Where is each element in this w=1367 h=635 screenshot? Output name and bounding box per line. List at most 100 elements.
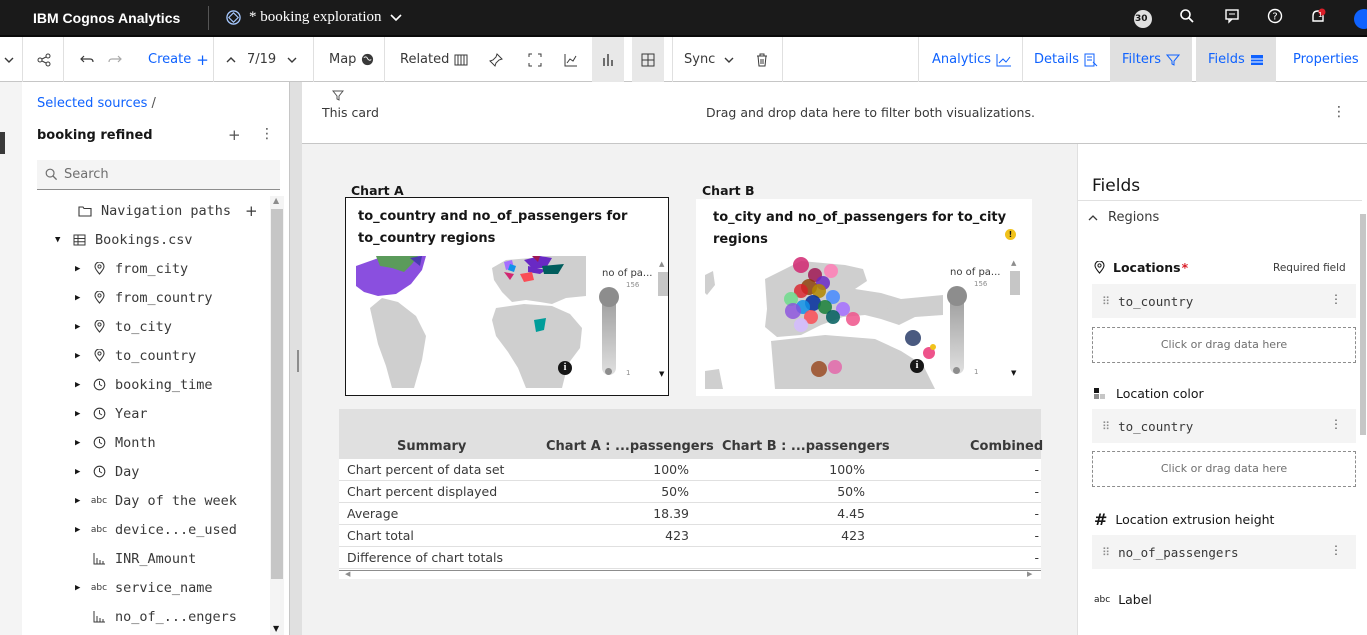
summary-horizontal-scrollbar[interactable]: ◀ ▶ <box>339 570 1041 579</box>
expand-caret-icon[interactable]: ▶ <box>75 409 89 419</box>
page-navigator[interactable]: 7/19 <box>226 37 297 82</box>
tree-item[interactable]: ▶ from_country <box>55 283 265 312</box>
locations-drop-zone[interactable]: Click or drag data here <box>1092 327 1356 363</box>
share-icon[interactable] <box>37 37 51 82</box>
tree-item[interactable]: ▶ Month <box>55 428 265 457</box>
fields-scrollbar[interactable] <box>1360 214 1366 435</box>
collapse-chevron-icon[interactable] <box>4 37 14 82</box>
focus-frame-icon[interactable] <box>528 37 542 82</box>
chart-b-card[interactable]: to_city and no_of_passengers for to_city… <box>696 199 1032 396</box>
warning-icon[interactable]: ! <box>1005 229 1016 240</box>
search-input[interactable] <box>64 167 264 182</box>
scroll-right-arrow[interactable]: ▶ <box>1027 570 1032 578</box>
tree-item[interactable]: INR_Amount <box>55 544 265 573</box>
map-button[interactable]: Map <box>329 37 374 82</box>
alerts-bell-icon[interactable]: 1 <box>1308 8 1328 28</box>
source-overflow-menu[interactable]: ⋮ <box>260 126 274 142</box>
chart-a-info-icon[interactable]: i <box>558 361 572 375</box>
side-by-side-icon[interactable] <box>632 37 664 82</box>
pin-icon[interactable] <box>489 37 503 82</box>
scroll-thumb[interactable] <box>271 209 283 579</box>
document-title-menu[interactable]: * booking exploration <box>226 9 403 26</box>
tree-item[interactable]: Navigation paths + <box>55 196 265 225</box>
chart-a-card[interactable]: to_country and no_of_passengers for to_c… <box>345 197 669 396</box>
properties-button[interactable]: Properties <box>1293 37 1359 82</box>
tree-item[interactable]: ▶ to_country <box>55 341 265 370</box>
tree-item[interactable]: ▶ from_city <box>55 254 265 283</box>
filters-button[interactable]: Filters <box>1110 37 1192 82</box>
add-path-button[interactable]: + <box>245 202 258 220</box>
tree-item[interactable]: ▶ abc Day of the week <box>55 486 265 515</box>
scroll-thumb[interactable] <box>658 272 668 296</box>
breadcrumb[interactable]: Selected sources / <box>37 96 156 111</box>
help-icon[interactable]: ? <box>1265 8 1285 28</box>
drag-handle-icon[interactable]: ⠿ <box>1102 295 1110 308</box>
tree-item[interactable]: ▶ booking_time <box>55 370 265 399</box>
expand-caret-icon[interactable]: ▶ <box>75 525 89 535</box>
filter-drop-zone[interactable]: Drag and drop data here to filter both v… <box>706 105 1035 120</box>
add-source-button[interactable]: + <box>228 126 241 144</box>
user-avatar-icon[interactable] <box>1350 8 1367 29</box>
chart-a-map[interactable] <box>356 256 586 388</box>
line-chart-icon[interactable] <box>564 37 578 82</box>
location-color-drop-zone[interactable]: Click or drag data here <box>1092 451 1356 487</box>
scroll-down-arrow[interactable]: ▼ <box>1011 369 1016 377</box>
expand-caret-icon[interactable]: ▶ <box>75 293 89 303</box>
expand-caret-icon[interactable]: ▶ <box>75 322 89 332</box>
scroll-down-arrow[interactable]: ▼ <box>273 624 279 633</box>
expand-caret-icon[interactable]: ▶ <box>75 583 89 593</box>
chart-b-map[interactable] <box>705 255 943 389</box>
fields-button[interactable]: Fields <box>1196 37 1276 82</box>
chart-b-info-icon[interactable]: i <box>910 359 924 373</box>
create-button[interactable]: Create + <box>148 37 209 82</box>
redo-icon[interactable] <box>108 37 122 82</box>
tree-scrollbar[interactable]: ▲ ▼ <box>270 196 284 635</box>
this-card-filter-label[interactable]: This card <box>322 105 379 120</box>
compare-bars-icon[interactable] <box>592 37 624 82</box>
locations-field-menu[interactable]: ⋮ <box>1330 292 1342 306</box>
expand-caret-icon[interactable]: ▶ <box>75 351 89 361</box>
filter-overflow-menu[interactable]: ⋮ <box>1332 104 1346 120</box>
expand-caret-icon[interactable]: ▶ <box>75 264 89 274</box>
scroll-up-arrow[interactable]: ▲ <box>273 196 279 205</box>
extrusion-field-slot[interactable]: ⠿ no_of_passengers ⋮ <box>1092 535 1356 569</box>
drag-handle-icon[interactable]: ⠿ <box>1102 546 1110 559</box>
expand-caret-icon[interactable]: ▶ <box>75 496 89 506</box>
related-button[interactable]: Related <box>400 37 468 82</box>
extrusion-field-menu[interactable]: ⋮ <box>1330 543 1342 557</box>
analytics-button[interactable]: Analytics <box>932 37 1012 82</box>
expand-caret-icon[interactable]: ▶ <box>75 380 89 390</box>
undo-icon[interactable] <box>80 37 94 82</box>
delete-icon[interactable] <box>756 37 768 82</box>
expand-caret-icon[interactable]: ▶ <box>75 467 89 477</box>
tree-item[interactable]: ▶ to_city <box>55 312 265 341</box>
tree-item[interactable]: ▶ Day <box>55 457 265 486</box>
expand-caret-icon[interactable]: ▶ <box>75 438 89 448</box>
tree-item[interactable]: ▼ Bookings.csv <box>55 225 265 254</box>
breadcrumb-link[interactable]: Selected sources <box>37 96 147 111</box>
regions-section-toggle[interactable]: Regions <box>1088 210 1159 225</box>
chat-icon[interactable] <box>1222 8 1242 28</box>
location-color-field-slot[interactable]: ⠿ to_country ⋮ <box>1092 409 1356 443</box>
tree-item[interactable]: ▶ abc device...e_used <box>55 515 265 544</box>
expand-caret-icon[interactable]: ▼ <box>55 235 69 245</box>
splitter-grip[interactable] <box>297 350 299 372</box>
sync-dropdown[interactable]: Sync <box>684 37 734 82</box>
scroll-thumb[interactable] <box>1010 271 1020 295</box>
tree-item[interactable]: ▶ Year <box>55 399 265 428</box>
notifications-count-icon[interactable]: 30 <box>1132 8 1152 28</box>
scroll-down-arrow[interactable]: ▼ <box>659 370 664 378</box>
chart-a-legend-scrollbar[interactable]: ▲ ▼ <box>656 260 670 380</box>
drag-handle-icon[interactable]: ⠿ <box>1102 420 1110 433</box>
scroll-up-arrow[interactable]: ▲ <box>659 260 664 268</box>
tree-item[interactable]: ▶ abc service_name <box>55 573 265 602</box>
tree-item[interactable]: no_of_...engers <box>55 602 265 631</box>
locations-field-slot[interactable]: ⠿ to_country ⋮ <box>1092 284 1356 318</box>
location-color-field-menu[interactable]: ⋮ <box>1330 417 1342 431</box>
search-icon[interactable] <box>1177 8 1197 28</box>
panel-splitter[interactable] <box>290 82 302 635</box>
scroll-left-arrow[interactable]: ◀ <box>345 570 350 578</box>
chart-b-legend-scrollbar[interactable]: ▲ ▼ <box>1008 259 1022 379</box>
scroll-up-arrow[interactable]: ▲ <box>1011 259 1016 267</box>
details-button[interactable]: Details <box>1034 37 1098 82</box>
